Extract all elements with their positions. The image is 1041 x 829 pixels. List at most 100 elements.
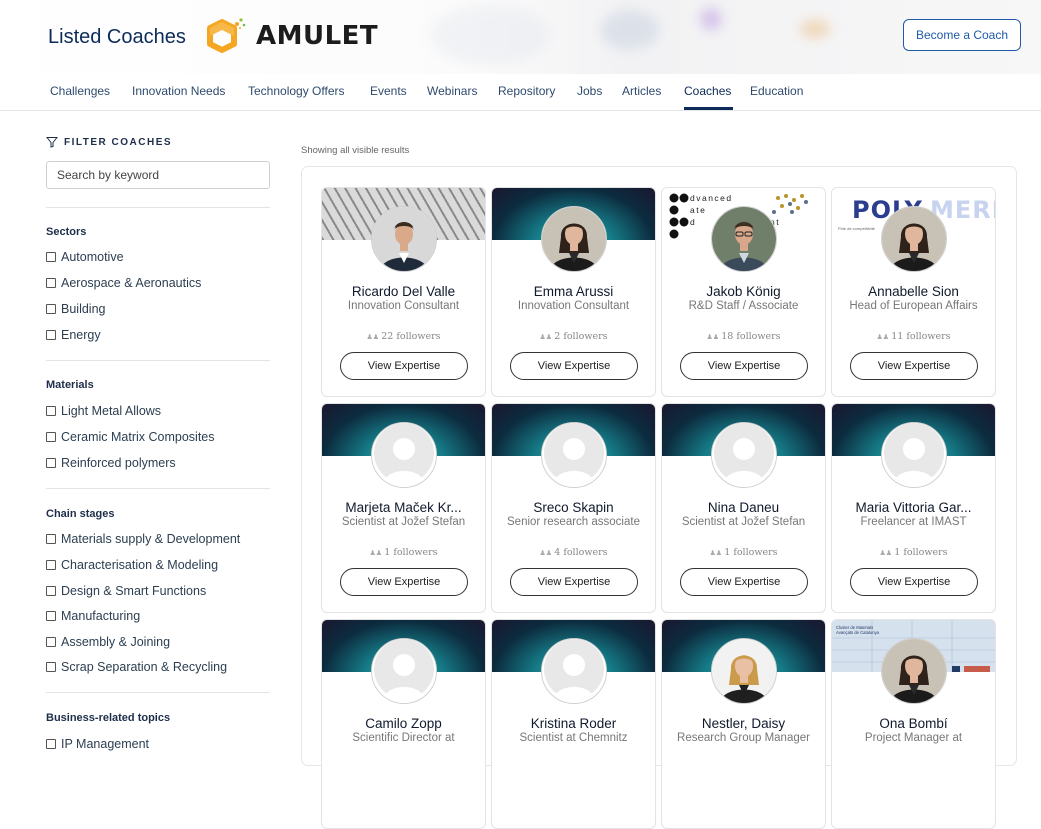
followers-count: ♟♟ 4 followers (492, 547, 655, 558)
coach-card[interactable]: Marjeta Maček Kr... Scientist at Jožef St… (321, 403, 486, 613)
filter-energy[interactable]: Energy (46, 328, 101, 342)
filter-characterisation[interactable]: Characterisation & Modeling (46, 558, 218, 572)
checkbox[interactable] (46, 534, 56, 544)
coach-card[interactable]: Emma Arussi Innovation Consultant ♟♟ 2 fol… (491, 187, 656, 397)
filter-manufacturing[interactable]: Manufacturing (46, 609, 140, 623)
coach-card[interactable]: Nestler, Daisy Research Group Manager (661, 619, 826, 829)
divider (46, 207, 270, 208)
coach-card[interactable]: Cluster de Materials Avançats de Cataluny… (831, 619, 996, 829)
filter-materials-supply[interactable]: Materials supply & Development (46, 532, 240, 546)
coach-card[interactable]: Kristina Roder Scientist at Chemnitz (491, 619, 656, 829)
filter-ceramic[interactable]: Ceramic Matrix Composites (46, 430, 215, 444)
coach-name[interactable]: Emma Arussi (498, 284, 649, 299)
coach-name[interactable]: Marjeta Maček Kr... (328, 500, 479, 515)
coach-name[interactable]: Nestler, Daisy (668, 716, 819, 731)
checkbox[interactable] (46, 662, 56, 672)
avatar[interactable] (880, 638, 947, 704)
checkbox[interactable] (46, 611, 56, 621)
checkbox[interactable] (46, 330, 56, 340)
coach-card[interactable]: Camilo Zopp Scientific Director at (321, 619, 486, 829)
avatar[interactable] (880, 206, 947, 272)
filter-label: Ceramic Matrix Composites (61, 430, 215, 444)
search-input[interactable] (46, 161, 270, 189)
svg-text:dvanced: dvanced (690, 193, 733, 203)
followers-count: ♟♟ 1 followers (662, 547, 825, 558)
nav-item-articles[interactable]: Articles (622, 84, 661, 98)
coach-card[interactable]: Maria Vittoria Gar... Freelancer at IMAST… (831, 403, 996, 613)
coach-card[interactable]: Nina Daneu Scientist at Jožef Stefan ♟♟ 1 … (661, 403, 826, 613)
nav-item-coaches[interactable]: Coaches (684, 84, 731, 98)
checkbox[interactable] (46, 278, 56, 288)
checkbox[interactable] (46, 739, 56, 749)
nav-item-repository[interactable]: Repository (498, 84, 555, 98)
coach-name[interactable]: Nina Daneu (668, 500, 819, 515)
avatar[interactable] (710, 422, 777, 488)
coach-card[interactable]: POLY MERI Pôle de compétitivité Annabelle S… (831, 187, 996, 397)
filter-label: IP Management (61, 737, 150, 751)
view-expertise-button[interactable]: View Expertise (340, 352, 468, 380)
checkbox[interactable] (46, 637, 56, 647)
nav-item-events[interactable]: Events (370, 84, 407, 98)
view-expertise-button[interactable]: View Expertise (850, 568, 978, 596)
coach-card[interactable]: Sreco Skapin Senior research associate ♟♟ … (491, 403, 656, 613)
avatar[interactable] (540, 206, 607, 272)
coach-name[interactable]: Annabelle Sion (838, 284, 989, 299)
followers-text: 4 followers (554, 547, 608, 558)
divider (46, 488, 270, 489)
checkbox[interactable] (46, 432, 56, 442)
view-expertise-button[interactable]: View Expertise (510, 352, 638, 380)
checkbox[interactable] (46, 458, 56, 468)
checkbox[interactable] (46, 586, 56, 596)
nav-item-jobs[interactable]: Jobs (577, 84, 602, 98)
avatar[interactable] (370, 206, 437, 272)
filter-assembly[interactable]: Assembly & Joining (46, 635, 170, 649)
nav-item-challenges[interactable]: Challenges (50, 84, 110, 98)
coach-name[interactable]: Ricardo Del Valle (328, 284, 479, 299)
group-title-materials: Materials (46, 379, 94, 391)
followers-text: 11 followers (891, 331, 951, 342)
coach-role: Freelancer at IMAST (860, 516, 967, 528)
filter-scrap[interactable]: Scrap Separation & Recycling (46, 660, 227, 674)
avatar[interactable] (880, 422, 947, 488)
avatar[interactable] (370, 422, 437, 488)
coach-name[interactable]: Ona Bombí (838, 716, 989, 731)
nav-item-webinars[interactable]: Webinars (427, 84, 477, 98)
coach-name[interactable]: Kristina Roder (498, 716, 649, 731)
avatar[interactable] (710, 206, 777, 272)
nav-item-education[interactable]: Education (750, 84, 803, 98)
avatar[interactable] (370, 638, 437, 704)
coach-name[interactable]: Camilo Zopp (328, 716, 479, 731)
view-expertise-button[interactable]: View Expertise (510, 568, 638, 596)
view-expertise-button[interactable]: View Expertise (340, 568, 468, 596)
coach-card[interactable]: dvanced ate d nt Jakob König R&D Staff / Asso… (661, 187, 826, 397)
checkbox[interactable] (46, 252, 56, 262)
view-expertise-button[interactable]: View Expertise (850, 352, 978, 380)
checkbox[interactable] (46, 304, 56, 314)
checkbox[interactable] (46, 560, 56, 570)
view-expertise-button[interactable]: View Expertise (680, 352, 808, 380)
filter-aerospace[interactable]: Aerospace & Aeronautics (46, 276, 201, 290)
filter-building[interactable]: Building (46, 302, 105, 316)
filter-ip-management[interactable]: IP Management (46, 737, 149, 751)
coach-name[interactable]: Sreco Skapin (498, 500, 649, 515)
filter-label: Automotive (61, 250, 124, 264)
coach-card[interactable]: Ricardo Del Valle Innovation Consultant ♟♟… (321, 187, 486, 397)
avatar[interactable] (540, 638, 607, 704)
active-tab-indicator (684, 107, 733, 110)
followers-text: 2 followers (554, 331, 608, 342)
filter-design[interactable]: Design & Smart Functions (46, 584, 206, 598)
avatar[interactable] (540, 422, 607, 488)
filter-reinforced-polymers[interactable]: Reinforced polymers (46, 456, 176, 470)
become-coach-button[interactable]: Become a Coach (903, 19, 1021, 51)
amulet-logo[interactable]: AMULET (204, 16, 378, 56)
nav-item-technology-offers[interactable]: Technology Offers (248, 84, 345, 98)
nav-item-innovation-needs[interactable]: Innovation Needs (132, 84, 225, 98)
filter-label: Characterisation & Modeling (61, 558, 219, 572)
avatar[interactable] (710, 638, 777, 704)
view-expertise-button[interactable]: View Expertise (680, 568, 808, 596)
coach-name[interactable]: Jakob König (668, 284, 819, 299)
filter-automotive[interactable]: Automotive (46, 250, 124, 264)
checkbox[interactable] (46, 406, 56, 416)
filter-light-metal[interactable]: Light Metal Allows (46, 404, 161, 418)
coach-name[interactable]: Maria Vittoria Gar... (838, 500, 989, 515)
